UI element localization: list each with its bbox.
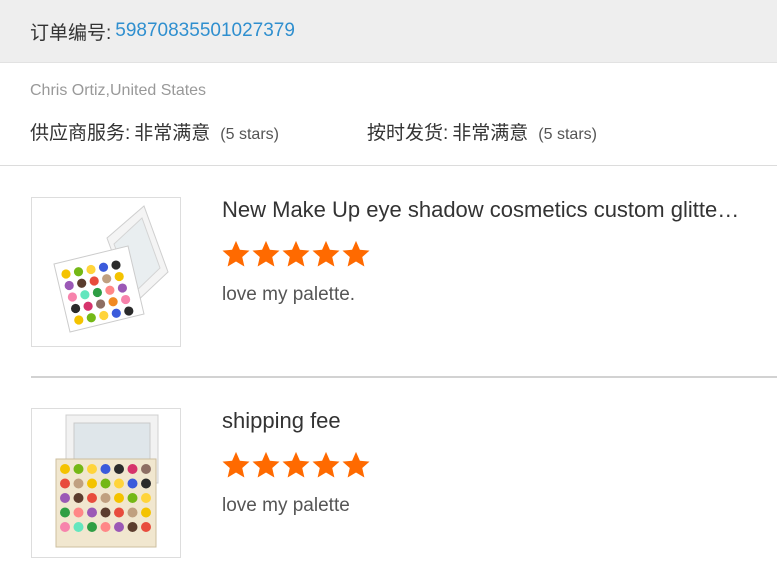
star-icon bbox=[282, 451, 310, 478]
eyeshadow-pan bbox=[108, 297, 118, 307]
eyeshadow-pan bbox=[114, 464, 124, 474]
eyeshadow-pan bbox=[60, 522, 70, 532]
eyeshadow-pan bbox=[141, 507, 151, 518]
eyeshadow-pan bbox=[100, 464, 111, 474]
eyeshadow-pan bbox=[124, 306, 134, 316]
eyeshadow-pan bbox=[60, 478, 70, 489]
review-comment: love my palette bbox=[222, 495, 350, 516]
order-label: 订单编号: bbox=[30, 22, 112, 44]
supplier-service-label: 供应商服务: bbox=[30, 123, 131, 144]
eyeshadow-pan bbox=[87, 464, 97, 474]
order-header: 订单编号: 59870835501027379 bbox=[0, 0, 777, 63]
eyeshadow-pan bbox=[71, 303, 81, 314]
eyeshadow-pan bbox=[64, 280, 74, 291]
eyeshadow-pan bbox=[87, 478, 97, 489]
order-number-link[interactable]: 59870835501027379 bbox=[115, 20, 295, 42]
supplier-service-rating: 供应商服务: 非常满意 (5 stars) bbox=[30, 118, 279, 145]
eyeshadow-pan bbox=[87, 507, 97, 518]
star-icon bbox=[342, 451, 370, 478]
feedback-page: 订单编号: 59870835501027379 Chris Ortiz,Unit… bbox=[0, 0, 777, 588]
product-title-link[interactable]: New Make Up eye shadow cosmetics custom … bbox=[222, 197, 742, 223]
star-icon bbox=[222, 240, 250, 267]
eyeshadow-pan bbox=[114, 271, 124, 282]
eyeshadow-pan bbox=[105, 285, 115, 295]
eyeshadow-pan bbox=[100, 478, 111, 489]
supplier-service-value: 非常满意 bbox=[134, 123, 211, 144]
eyeshadow-pan bbox=[74, 315, 84, 325]
eyeshadow-pan bbox=[83, 301, 93, 311]
eyeshadow-pan bbox=[141, 493, 151, 503]
eyeshadow-pan bbox=[100, 507, 111, 518]
on-time-delivery-stars: (5 stars) bbox=[538, 126, 597, 143]
eyeshadow-pan bbox=[80, 290, 90, 300]
star-icon bbox=[222, 451, 250, 478]
eyeshadow-pan bbox=[114, 493, 124, 503]
eyeshadow-pan bbox=[127, 507, 138, 518]
eyeshadow-pan bbox=[73, 493, 84, 503]
eyeshadow-pan bbox=[67, 292, 77, 302]
eyeshadow-pan bbox=[100, 493, 111, 503]
buyer-section: Chris Ortiz,United States 供应商服务: 非常满意 (5 s… bbox=[0, 63, 777, 166]
on-time-delivery-label: 按时发货: bbox=[367, 123, 449, 144]
eyeshadow-pan bbox=[141, 464, 151, 474]
eyeshadow-pan bbox=[73, 478, 84, 489]
item-divider bbox=[31, 376, 777, 378]
on-time-delivery-rating: 按时发货: 非常满意 (5 stars) bbox=[367, 118, 597, 145]
eyeshadow-pan bbox=[87, 493, 97, 503]
star-icon bbox=[282, 240, 310, 267]
eyeshadow-pan bbox=[114, 507, 124, 518]
review-item: shipping fee love my palette bbox=[31, 408, 777, 558]
review-item: New Make Up eye shadow cosmetics custom … bbox=[31, 197, 777, 347]
star-icon bbox=[252, 240, 280, 267]
eyeshadow-pan bbox=[73, 464, 84, 474]
product-thumbnail[interactable] bbox=[31, 197, 181, 347]
eyeshadow-pan bbox=[99, 310, 109, 321]
eyeshadow-pan bbox=[86, 264, 96, 275]
eyeshadow-pan bbox=[77, 278, 87, 288]
eyeshadow-pan bbox=[127, 478, 138, 489]
buyer-name: Chris Ortiz,United States bbox=[30, 82, 207, 99]
item-star-rating bbox=[221, 450, 371, 480]
supplier-service-stars: (5 stars) bbox=[220, 126, 279, 143]
eyeshadow-pan bbox=[121, 294, 131, 305]
eyeshadow-pan bbox=[73, 522, 84, 532]
eyeshadow-pan bbox=[117, 283, 127, 293]
eyeshadow-pan bbox=[60, 493, 70, 503]
product-thumbnail[interactable] bbox=[31, 408, 181, 558]
eyeshadow-pan bbox=[114, 522, 124, 532]
eyeshadow-pan bbox=[100, 522, 111, 532]
eyeshadow-pan bbox=[86, 313, 96, 323]
eyeshadow-pan bbox=[60, 507, 70, 518]
star-icon bbox=[252, 451, 280, 478]
on-time-delivery-value: 非常满意 bbox=[452, 123, 529, 144]
review-comment: love my palette. bbox=[222, 284, 356, 305]
eyeshadow-pan bbox=[98, 262, 109, 272]
palette-image bbox=[55, 414, 159, 548]
star-icon bbox=[312, 451, 340, 478]
eyeshadow-pan bbox=[96, 299, 106, 309]
eyeshadow-pan bbox=[141, 478, 151, 489]
eyeshadow-pan bbox=[127, 464, 138, 474]
star-icon bbox=[312, 240, 340, 267]
star-icon bbox=[342, 240, 370, 267]
eyeshadow-pan bbox=[87, 522, 97, 532]
eyeshadow-pan bbox=[114, 478, 124, 489]
eyeshadow-pan bbox=[92, 287, 102, 298]
eyeshadow-pan bbox=[89, 276, 99, 286]
eyeshadow-pan bbox=[73, 507, 84, 518]
eyeshadow-pan bbox=[111, 308, 121, 318]
eyeshadow-pan bbox=[73, 267, 84, 277]
eyeshadow-pan bbox=[127, 493, 138, 503]
eyeshadow-pan bbox=[102, 274, 112, 284]
palette-image bbox=[53, 205, 169, 333]
eyeshadow-pan bbox=[60, 464, 70, 474]
item-star-rating bbox=[221, 239, 371, 269]
eyeshadow-pan bbox=[61, 269, 71, 279]
eyeshadow-pan bbox=[111, 260, 121, 270]
eyeshadow-pan bbox=[127, 522, 138, 532]
product-title-link[interactable]: shipping fee bbox=[222, 408, 742, 434]
eyeshadow-pan bbox=[141, 522, 151, 532]
